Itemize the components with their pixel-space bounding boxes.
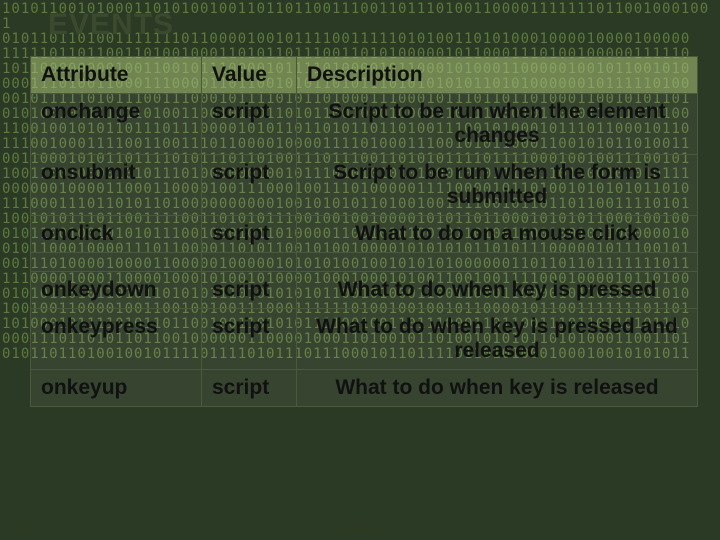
col-attribute: Attribute bbox=[31, 57, 202, 94]
cell-attr: onkeypress bbox=[31, 309, 202, 370]
page-number: 44 bbox=[695, 523, 706, 534]
table-gap bbox=[31, 253, 698, 272]
cell-attr: onchange bbox=[31, 94, 202, 155]
slide-footer: v 1.0 Szabo Zs 44 bbox=[0, 518, 720, 536]
table-header-row: Attribute Value Description bbox=[31, 57, 698, 94]
cell-attr: onclick bbox=[31, 216, 202, 253]
table-row: onkeypressscriptWhat to do when key is p… bbox=[31, 309, 698, 370]
table-row: onchangescriptScript to be run when the … bbox=[31, 94, 698, 155]
cell-val: script bbox=[202, 309, 297, 370]
cell-desc: What to do when key is pressed and relea… bbox=[297, 309, 698, 370]
table-row: onclickscriptWhat to do on a mouse click bbox=[31, 216, 698, 253]
cell-val: script bbox=[202, 216, 297, 253]
cell-attr: onkeyup bbox=[31, 370, 202, 407]
cell-desc: Script to be run when the element change… bbox=[297, 94, 698, 155]
events-table: Attribute Value Description onchangescri… bbox=[30, 56, 698, 407]
author-label: Szabo Zs bbox=[340, 523, 384, 534]
table-row: onkeydownscriptWhat to do when key is pr… bbox=[31, 272, 698, 309]
cell-desc: What to do when key is pressed bbox=[297, 272, 698, 309]
cell-attr: onkeydown bbox=[31, 272, 202, 309]
cell-val: script bbox=[202, 272, 297, 309]
col-value: Value bbox=[202, 57, 297, 94]
version-label: v 1.0 bbox=[6, 523, 28, 534]
col-description: Description bbox=[297, 57, 698, 94]
cell-desc: What to do on a mouse click bbox=[297, 216, 698, 253]
table-row: onsubmitscriptScript to be run when the … bbox=[31, 155, 698, 216]
cell-desc: What to do when key is released bbox=[297, 370, 698, 407]
page-title: EVENTS bbox=[48, 8, 174, 42]
cell-desc: Script to be run when the form is submit… bbox=[297, 155, 698, 216]
cell-val: script bbox=[202, 155, 297, 216]
table-row: onkeyupscriptWhat to do when key is rele… bbox=[31, 370, 698, 407]
cell-val: script bbox=[202, 94, 297, 155]
cell-attr: onsubmit bbox=[31, 155, 202, 216]
cell-val: script bbox=[202, 370, 297, 407]
